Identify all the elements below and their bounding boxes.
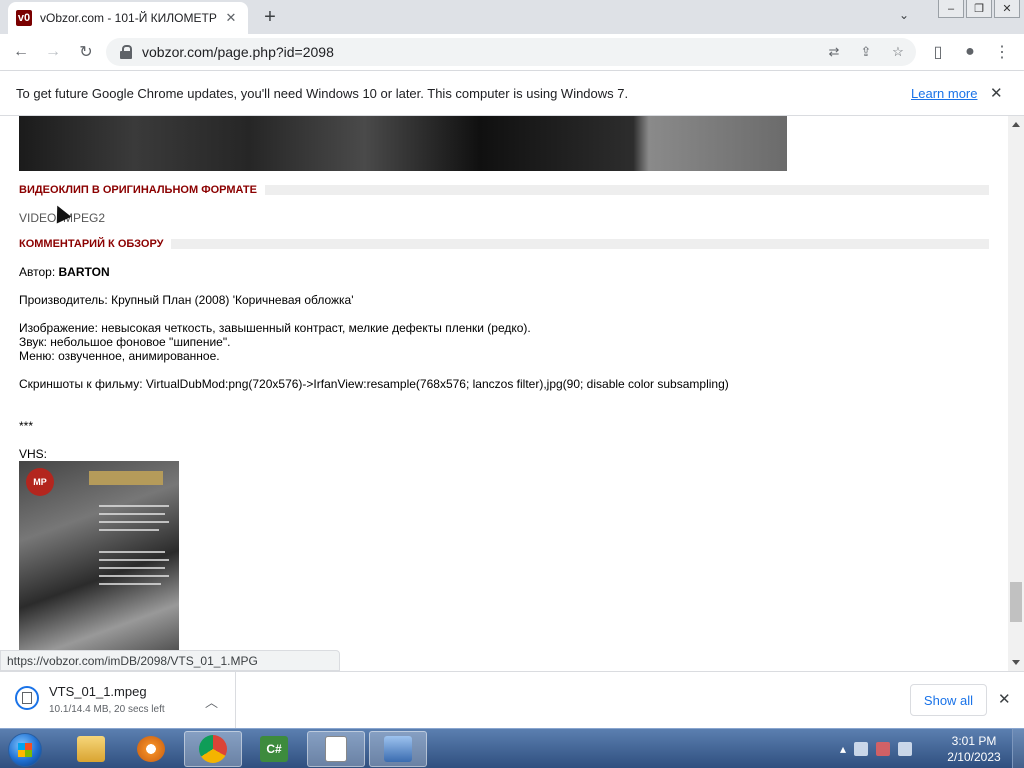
windows-taskbar: C# ▴ 3:01 PM 2/10/2023 — [0, 728, 1024, 768]
tab-strip: v0 vObzor.com - 101-Й КИЛОМЕТР ✕ + ⌄ – ❐… — [0, 0, 1024, 34]
clock-time: 3:01 PM — [951, 734, 997, 748]
cover-text-line — [99, 505, 169, 507]
status-url-bubble: https://vobzor.com/imDB/2098/VTS_01_1.MP… — [0, 650, 340, 671]
clock-date: 2/10/2023 — [947, 750, 1001, 764]
cover-text-line — [99, 583, 161, 585]
tab-search-chevron-icon[interactable]: ⌄ — [894, 8, 914, 26]
section-header-comment: КОММЕНТАРИЙ К ОБЗОРУ — [19, 238, 989, 250]
download-shelf-close-icon[interactable]: ✕ — [998, 690, 1011, 708]
download-file-name: VTS_01_1.mpeg — [49, 684, 147, 699]
cover-text-line — [99, 551, 165, 553]
share-icon[interactable]: ⇪ — [856, 42, 876, 62]
volume-icon[interactable] — [898, 742, 913, 756]
menu-kebab-icon[interactable]: ⋮ — [990, 40, 1014, 64]
menu-line: Меню: озвученное, анимированное. — [19, 349, 220, 363]
author-label: Автор: — [19, 265, 59, 279]
screenshots-line: Скриншоты к фильму: VirtualDubMod:png(72… — [19, 377, 729, 391]
separator-text: *** — [19, 419, 34, 433]
chrome-icon — [199, 735, 227, 763]
download-shelf: VTS_01_1.mpeg 10.1/14.4 MB, 20 secs left… — [0, 671, 1024, 728]
windows-logo-icon — [18, 743, 32, 757]
cover-text-line — [99, 575, 169, 577]
keyboard-icon — [384, 736, 412, 762]
window-close-icon[interactable]: ✕ — [994, 0, 1020, 18]
cards-icon — [325, 736, 347, 762]
infobar-close-icon[interactable]: ✕ — [990, 84, 1003, 102]
forward-icon[interactable]: → — [41, 40, 65, 64]
cover-banner — [89, 471, 163, 485]
chevron-up-icon[interactable]: ︿ — [205, 692, 218, 711]
folder-icon — [77, 736, 105, 762]
download-item[interactable]: VTS_01_1.mpeg 10.1/14.4 MB, 20 secs left… — [0, 672, 236, 728]
learn-more-link[interactable]: Learn more — [911, 86, 977, 101]
site-favicon-icon: v0 — [16, 10, 32, 26]
cover-text-line — [99, 513, 165, 515]
system-tray: ▴ — [840, 729, 913, 768]
vhs-cover-image[interactable]: MP — [19, 461, 179, 671]
restore-icon[interactable]: ❐ — [966, 0, 992, 18]
section-header-video: ВИДЕОКЛИП В ОРИГИНАЛЬНОМ ФОРМАТЕ — [19, 184, 989, 196]
side-panel-icon[interactable]: ▯ — [926, 40, 950, 64]
lock-icon[interactable] — [120, 45, 132, 59]
update-infobar: To get future Google Chrome updates, you… — [0, 71, 1024, 116]
start-button[interactable] — [8, 733, 42, 767]
url-text[interactable]: vobzor.com/page.php?id=2098 — [142, 44, 334, 60]
author-line: Автор: BARTON — [19, 265, 110, 279]
video-still-image — [19, 116, 787, 171]
scroll-up-arrow-icon[interactable] — [1012, 122, 1020, 127]
scroll-down-arrow-icon[interactable] — [1012, 660, 1020, 665]
taskbar-solitaire[interactable] — [307, 731, 365, 767]
cover-seal-logo: MP — [26, 468, 54, 496]
show-all-button[interactable]: Show all — [910, 684, 987, 716]
section-comment-title: КОММЕНТАРИЙ К ОБЗОРУ — [19, 238, 172, 250]
translate-icon[interactable]: ⇄ — [824, 42, 844, 62]
vhs-label: VHS: — [19, 447, 48, 461]
network-icon[interactable] — [854, 742, 869, 756]
taskbar-clock[interactable]: 3:01 PM 2/10/2023 — [940, 733, 1008, 765]
media-player-icon — [137, 736, 165, 762]
cover-text-line — [99, 559, 169, 561]
download-progress-text: 10.1/14.4 MB, 20 secs left — [49, 704, 165, 715]
tab-close-icon[interactable]: ✕ — [222, 9, 240, 27]
sound-line: Звук: небольшое фоновое "шипение". — [19, 335, 231, 349]
page-content: ВИДЕОКЛИП В ОРИГИНАЛЬНОМ ФОРМАТЕ VIDEO: … — [0, 116, 1008, 671]
reload-icon[interactable]: ↻ — [74, 40, 98, 64]
taskbar-media-player[interactable] — [122, 731, 180, 767]
profile-avatar-icon[interactable]: ● — [958, 40, 982, 64]
image-quality-line: Изображение: невысокая четкость, завышен… — [19, 321, 531, 335]
scroll-thumb[interactable] — [1010, 582, 1022, 622]
taskbar-keyboard-app[interactable] — [369, 731, 427, 767]
section-video-title: ВИДЕОКЛИП В ОРИГИНАЛЬНОМ ФОРМАТЕ — [19, 184, 265, 196]
cover-text-line — [99, 521, 169, 523]
action-center-icon[interactable] — [876, 742, 891, 756]
infobar-message: To get future Google Chrome updates, you… — [16, 86, 629, 101]
new-tab-icon[interactable]: + — [258, 6, 282, 28]
taskbar-csharp[interactable]: C# — [245, 731, 303, 767]
window-controls: – ❐ ✕ — [938, 0, 1020, 18]
tray-expand-icon[interactable]: ▴ — [840, 742, 846, 756]
browser-toolbar: ← → ↻ vobzor.com/page.php?id=2098 ⇄ ⇪ ☆ … — [0, 34, 1024, 71]
bookmark-star-icon[interactable]: ☆ — [888, 42, 908, 62]
page-scrollbar[interactable] — [1008, 116, 1024, 671]
producer-line: Производитель: Крупный План (2008) 'Кори… — [19, 293, 354, 307]
author-name: BARTON — [58, 265, 110, 279]
cover-text-line — [99, 567, 165, 569]
show-desktop-button[interactable] — [1012, 729, 1024, 768]
tab-active[interactable]: v0 vObzor.com - 101-Й КИЛОМЕТР ✕ — [8, 2, 248, 34]
taskbar-explorer[interactable] — [62, 731, 120, 767]
minimize-icon[interactable]: – — [938, 0, 964, 18]
csharp-icon: C# — [260, 736, 288, 762]
address-bar[interactable]: vobzor.com/page.php?id=2098 ⇄ ⇪ ☆ — [106, 38, 916, 66]
download-progress-icon — [15, 686, 39, 710]
cover-text-line — [99, 529, 159, 531]
back-icon[interactable]: ← — [9, 40, 33, 64]
tab-title: vObzor.com - 101-Й КИЛОМЕТР — [40, 11, 217, 25]
taskbar-chrome[interactable] — [184, 731, 242, 767]
